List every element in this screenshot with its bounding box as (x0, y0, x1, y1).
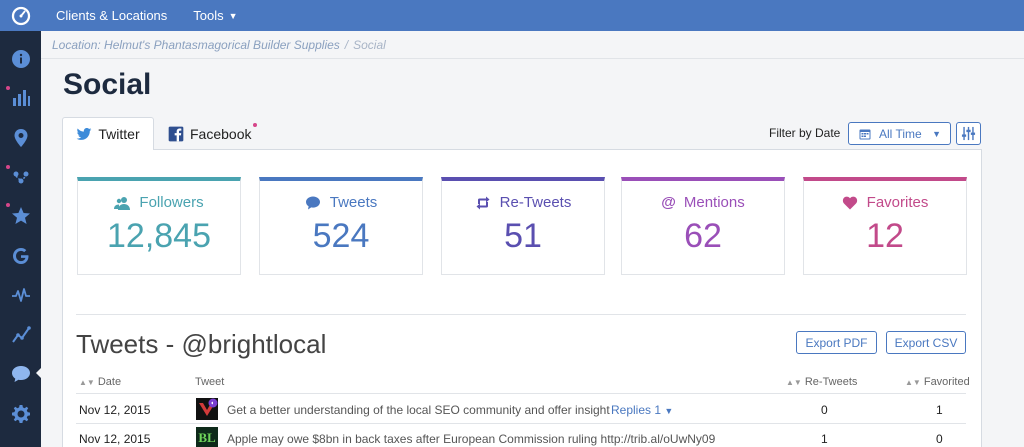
sort-icon: ▲▼ (79, 378, 95, 387)
multi-pin-icon (13, 171, 28, 183)
facebook-icon (168, 126, 184, 141)
column-header-date[interactable]: ▲▼ Date (79, 376, 121, 388)
export-pdf-button[interactable]: Export PDF (796, 331, 877, 354)
tab-label: Facebook (190, 125, 252, 142)
stat-value: 51 (504, 217, 542, 255)
row-favorited: 0 (936, 432, 943, 446)
row-favorited: 1 (936, 403, 943, 417)
calendar-icon (859, 129, 871, 139)
retweet-icon (476, 196, 490, 209)
table-header-divider (76, 393, 966, 394)
map-pin-icon (14, 128, 27, 147)
tweet-avatar (196, 398, 218, 420)
sidebar-item-locations[interactable] (0, 118, 41, 157)
replies-toggle[interactable]: Replies 1 ▼ (611, 403, 673, 417)
page-title: Social (63, 68, 152, 101)
sidebar-item-google[interactable] (0, 236, 41, 275)
column-header-retweets[interactable]: ▲▼ Re-Tweets (786, 376, 857, 388)
speech-bubble-icon (11, 365, 30, 382)
pulse-icon (11, 287, 30, 302)
at-icon: @ (661, 194, 676, 211)
tweets-section-title: Tweets - @brightlocal (76, 329, 327, 359)
top-bar: Clients & Locations Tools ▼ (0, 0, 1024, 31)
caret-down-icon: ▼ (228, 10, 238, 21)
divider (41, 58, 1024, 59)
sidebar-item-info[interactable] (0, 39, 41, 78)
top-nav: Clients & Locations Tools ▼ (56, 0, 264, 31)
row-date: Nov 12, 2015 (79, 432, 151, 446)
sort-icon: ▲▼ (905, 378, 921, 387)
sidebar-item-rankings[interactable] (0, 315, 41, 354)
heart-icon (842, 196, 857, 209)
sidebar (0, 31, 42, 447)
stat-label: Followers (139, 194, 204, 211)
sidebar-item-activity[interactable] (0, 275, 41, 314)
google-icon (12, 247, 28, 264)
stat-label: Re-Tweets (499, 194, 572, 211)
divider (76, 314, 966, 315)
sort-icon: ▲▼ (786, 378, 802, 387)
tweet-text: Get a better understanding of the local … (227, 403, 610, 417)
stat-value: 12 (866, 217, 904, 255)
breadcrumb: Location: Helmut's Phantasmagorical Buil… (52, 38, 386, 52)
tweet-text: Apple may owe $8bn in back taxes after E… (227, 432, 716, 446)
stat-label: Favorites (866, 194, 929, 211)
stat-followers: Followers 12,845 (77, 177, 241, 275)
twitter-icon (77, 128, 92, 140)
stat-label: Mentions (683, 194, 745, 211)
app-logo[interactable] (0, 0, 41, 31)
filter-label: Filter by Date (769, 126, 841, 140)
breadcrumb-location[interactable]: Location: Helmut's Phantasmagorical Buil… (52, 38, 340, 52)
gear-icon (11, 404, 30, 423)
sidebar-item-local-search[interactable] (0, 157, 41, 196)
column-header-tweet: Tweet (195, 376, 225, 388)
row-retweets: 0 (821, 403, 828, 417)
stat-retweets: Re-Tweets 51 (441, 177, 605, 275)
breadcrumb-current: Social (353, 38, 386, 52)
date-filter-select[interactable]: All Time ▼ (848, 122, 951, 145)
sidebar-item-settings[interactable] (0, 394, 41, 433)
row-retweets: 1 (821, 432, 828, 446)
star-icon (11, 206, 30, 224)
line-chart-icon (11, 325, 31, 343)
caret-down-icon: ▼ (664, 406, 674, 416)
row-divider (76, 423, 966, 424)
tab-twitter[interactable]: Twitter (62, 117, 154, 150)
breadcrumb-separator: / (344, 38, 349, 52)
tweet-avatar: BL (196, 427, 218, 447)
sidebar-item-reports[interactable] (0, 78, 41, 117)
row-date: Nov 12, 2015 (79, 403, 151, 417)
filter-settings-button[interactable] (956, 122, 981, 145)
stat-value: 524 (312, 217, 370, 255)
export-csv-button[interactable]: Export CSV (886, 331, 966, 354)
stat-label: Tweets (329, 194, 378, 211)
bar-chart-icon (12, 89, 30, 106)
speech-bubble-icon (305, 196, 320, 209)
sidebar-item-social[interactable] (0, 354, 41, 393)
nav-tools[interactable]: Tools ▼ (193, 8, 237, 23)
stat-value: 12,845 (107, 217, 211, 255)
followers-icon (114, 196, 131, 210)
nav-clients-locations[interactable]: Clients & Locations (56, 8, 167, 23)
speedometer-icon (11, 6, 30, 25)
tab-label: Twitter (98, 126, 140, 142)
stat-tweets: Tweets 524 (259, 177, 423, 275)
stat-value: 62 (684, 217, 722, 255)
info-icon (11, 49, 30, 68)
tab-facebook[interactable]: Facebook (168, 117, 258, 150)
column-header-favorited[interactable]: ▲▼ Favorited (905, 376, 970, 388)
caret-down-icon: ▼ (932, 128, 941, 139)
filter-value: All Time (879, 126, 922, 141)
notification-dot (253, 123, 258, 127)
sliders-icon (961, 126, 976, 141)
sidebar-item-reviews[interactable] (0, 196, 41, 235)
active-indicator (36, 367, 42, 379)
stat-mentions: @ Mentions 62 (621, 177, 785, 275)
stat-favorites: Favorites 12 (803, 177, 967, 275)
